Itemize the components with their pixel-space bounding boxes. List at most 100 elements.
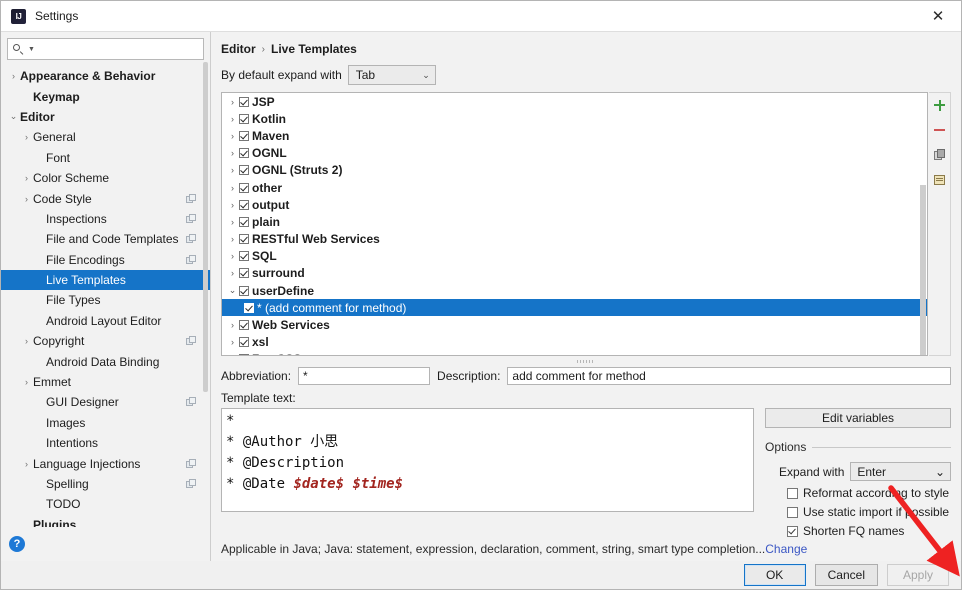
chevron-right-icon[interactable]: ›	[226, 114, 239, 124]
template-checkbox[interactable]	[239, 217, 249, 227]
chevron-down-icon[interactable]: ⌄	[7, 111, 20, 122]
template-list-item[interactable]: ›Zen CSS	[222, 351, 927, 356]
sidebar-item-plugins[interactable]: Plugins	[1, 515, 210, 527]
chevron-right-icon[interactable]: ›	[20, 377, 33, 387]
sidebar-item-android-data-binding[interactable]: Android Data Binding	[1, 351, 210, 371]
close-icon[interactable]: ✕	[915, 2, 961, 31]
checkbox[interactable]	[787, 488, 798, 499]
chevron-right-icon[interactable]: ›	[226, 217, 239, 227]
chevron-right-icon[interactable]: ›	[226, 148, 239, 158]
sidebar-item-editor[interactable]: ⌄Editor	[1, 107, 210, 127]
template-checkbox[interactable]	[239, 234, 249, 244]
template-checkbox[interactable]	[239, 165, 249, 175]
sidebar-item-code-style[interactable]: ›Code Style	[1, 188, 210, 208]
chevron-down-icon[interactable]: ▼	[28, 46, 35, 53]
template-list-item[interactable]: ⌄userDefine	[222, 282, 927, 299]
template-checkbox[interactable]	[239, 354, 249, 356]
duplicate-template-button[interactable]	[931, 171, 949, 189]
copy-template-button[interactable]	[931, 146, 949, 164]
template-checkbox[interactable]	[239, 251, 249, 261]
template-list-item[interactable]: ›output	[222, 196, 927, 213]
sidebar-item-general[interactable]: ›General	[1, 127, 210, 147]
chevron-right-icon[interactable]: ›	[7, 71, 20, 81]
expand-with-dropdown[interactable]: Enter ⌄	[850, 462, 951, 481]
chevron-right-icon[interactable]: ›	[226, 320, 239, 330]
sidebar-item-font[interactable]: Font	[1, 148, 210, 168]
chevron-right-icon[interactable]: ›	[20, 132, 33, 142]
sidebar-item-inspections[interactable]: Inspections	[1, 209, 210, 229]
chevron-right-icon[interactable]: ›	[226, 234, 239, 244]
chevron-right-icon[interactable]: ›	[226, 131, 239, 141]
template-checkbox[interactable]	[239, 200, 249, 210]
sidebar-item-file-encodings[interactable]: File Encodings	[1, 250, 210, 270]
chevron-right-icon[interactable]: ›	[226, 97, 239, 107]
chevron-right-icon[interactable]: ›	[20, 459, 33, 469]
template-list-item[interactable]: ›RESTful Web Services	[222, 231, 927, 248]
remove-template-button[interactable]	[931, 121, 949, 139]
template-text-editor[interactable]: * * @Author 小思 * @Description * @Date $d…	[221, 408, 754, 512]
sidebar-item-file-and-code-templates[interactable]: File and Code Templates	[1, 229, 210, 249]
template-checkbox[interactable]	[239, 286, 249, 296]
template-checkbox[interactable]	[239, 337, 249, 347]
description-input[interactable]: add comment for method	[507, 367, 951, 385]
sidebar-item-copyright[interactable]: ›Copyright	[1, 331, 210, 351]
sidebar-item-language-injections[interactable]: ›Language Injections	[1, 453, 210, 473]
template-checkbox[interactable]	[239, 183, 249, 193]
add-template-button[interactable]	[931, 96, 949, 114]
option-reformat-according-to-style[interactable]: Reformat according to style	[787, 486, 951, 500]
change-context-link[interactable]: Change	[765, 542, 807, 556]
template-checkbox[interactable]	[239, 148, 249, 158]
sidebar-item-spelling[interactable]: Spelling	[1, 474, 210, 494]
sidebar-scrollbar[interactable]	[203, 62, 208, 492]
template-list-item[interactable]: ›SQL	[222, 248, 927, 265]
chevron-right-icon[interactable]: ›	[226, 165, 239, 175]
template-list-scrollbar-thumb[interactable]	[920, 185, 926, 355]
template-checkbox[interactable]	[244, 303, 254, 313]
template-list-item[interactable]: ›other	[222, 179, 927, 196]
sidebar-item-todo[interactable]: TODO	[1, 494, 210, 514]
sidebar-item-intentions[interactable]: Intentions	[1, 433, 210, 453]
abbreviation-input[interactable]: *	[298, 367, 430, 385]
checkbox[interactable]	[787, 507, 798, 518]
chevron-right-icon[interactable]: ›	[226, 251, 239, 261]
ok-button[interactable]: OK	[744, 564, 806, 586]
template-checkbox[interactable]	[239, 114, 249, 124]
sidebar-item-android-layout-editor[interactable]: Android Layout Editor	[1, 311, 210, 331]
chevron-down-icon[interactable]: ⌄	[226, 285, 239, 296]
template-checkbox[interactable]	[239, 320, 249, 330]
template-list-item[interactable]: ›Kotlin	[222, 110, 927, 127]
cancel-button[interactable]: Cancel	[815, 564, 878, 586]
template-list-item[interactable]: ›xsl	[222, 334, 927, 351]
search-box[interactable]: ▼	[7, 38, 204, 60]
chevron-right-icon[interactable]: ›	[226, 200, 239, 210]
template-list-item[interactable]: ›plain	[222, 213, 927, 230]
template-list-item[interactable]: ›Web Services	[222, 316, 927, 333]
chevron-right-icon[interactable]: ›	[226, 268, 239, 278]
breadcrumb-parent[interactable]: Editor	[221, 42, 256, 56]
chevron-right-icon[interactable]: ›	[20, 194, 33, 204]
template-checkbox[interactable]	[239, 268, 249, 278]
chevron-right-icon[interactable]: ›	[20, 336, 33, 346]
chevron-right-icon[interactable]: ›	[226, 337, 239, 347]
template-list-item[interactable]: * (add comment for method)	[222, 299, 927, 316]
default-expand-dropdown[interactable]: Tab ⌄	[348, 65, 436, 85]
sidebar-item-file-types[interactable]: File Types	[1, 290, 210, 310]
template-list-item[interactable]: ›Maven	[222, 127, 927, 144]
chevron-right-icon[interactable]: ›	[226, 183, 239, 193]
template-list-item[interactable]: ›JSP	[222, 93, 927, 110]
option-use-static-import-if-possible[interactable]: Use static import if possible	[787, 505, 951, 519]
sidebar-item-color-scheme[interactable]: ›Color Scheme	[1, 168, 210, 188]
template-list-item[interactable]: ›surround	[222, 265, 927, 282]
template-checkbox[interactable]	[239, 131, 249, 141]
sidebar-item-gui-designer[interactable]: GUI Designer	[1, 392, 210, 412]
chevron-right-icon[interactable]: ›	[20, 173, 33, 183]
option-shorten-fq-names[interactable]: Shorten FQ names	[787, 524, 951, 538]
sidebar-item-live-templates[interactable]: Live Templates	[1, 270, 210, 290]
sidebar-item-emmet[interactable]: ›Emmet	[1, 372, 210, 392]
template-list[interactable]: ›JSP›Kotlin›Maven›OGNL›OGNL (Struts 2)›o…	[221, 92, 928, 356]
sidebar-item-images[interactable]: Images	[1, 413, 210, 433]
sidebar-scrollbar-thumb[interactable]	[203, 62, 208, 392]
edit-variables-button[interactable]: Edit variables	[765, 408, 951, 428]
chevron-right-icon[interactable]: ›	[226, 354, 239, 356]
template-list-item[interactable]: ›OGNL	[222, 145, 927, 162]
